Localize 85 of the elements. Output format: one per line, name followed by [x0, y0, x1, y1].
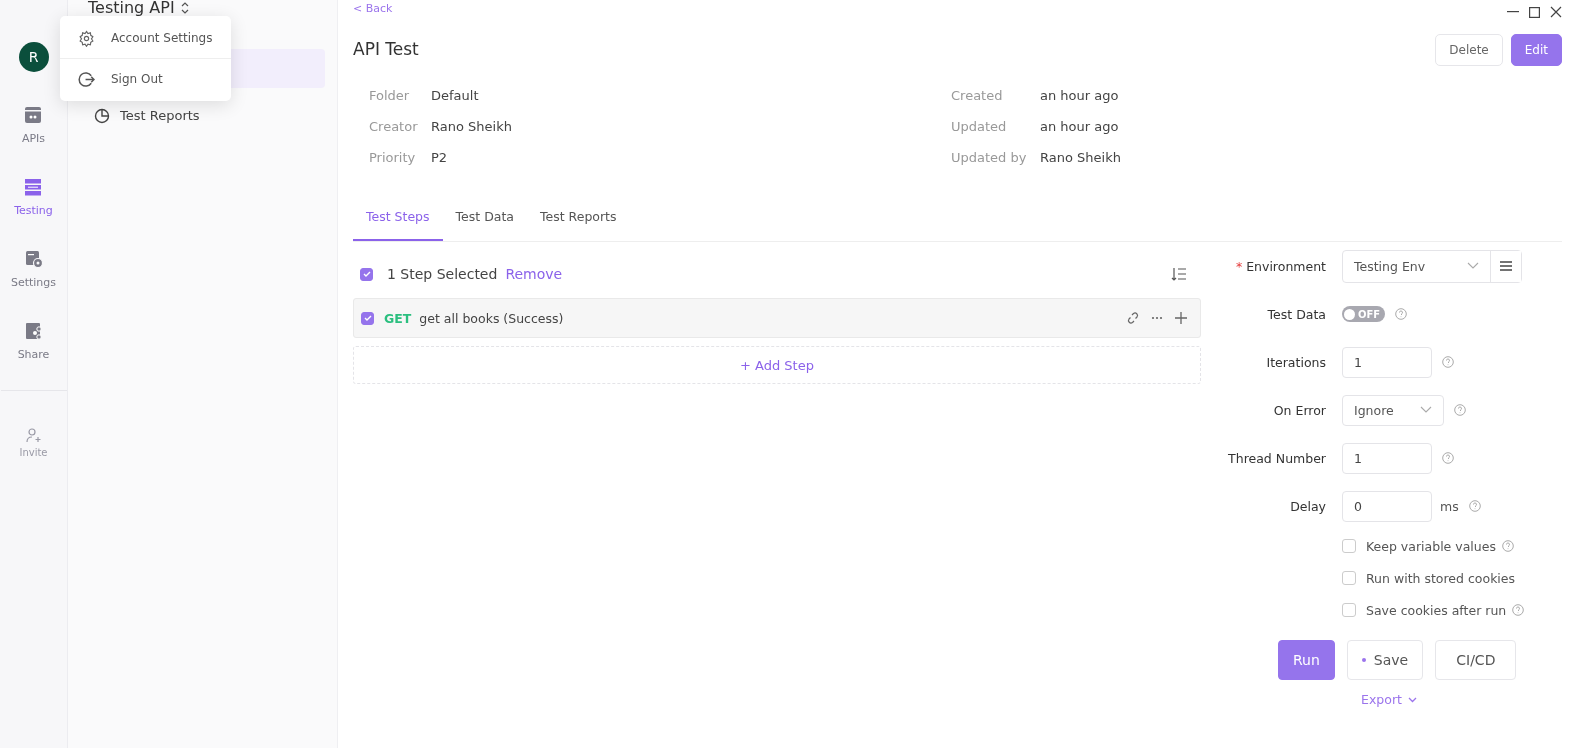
- help-icon[interactable]: [1501, 540, 1514, 552]
- tab[interactable]: Test Steps: [353, 206, 443, 241]
- check-icon: [362, 270, 371, 278]
- on-error-select[interactable]: Ignore: [1342, 394, 1444, 426]
- step-name: get all books (Success): [419, 310, 564, 326]
- step-row[interactable]: GET get all books (Success): [353, 298, 1201, 338]
- gear-icon: [78, 29, 95, 47]
- save-button[interactable]: Save: [1346, 640, 1424, 680]
- add-step-button[interactable]: + Add Step: [353, 346, 1201, 384]
- field-label: Iterations: [1265, 354, 1326, 370]
- delete-button[interactable]: Delete: [1435, 34, 1503, 66]
- field-label: Delay: [1289, 498, 1326, 514]
- tab[interactable]: Test Reports: [527, 206, 630, 241]
- field-label: Updated by: [951, 150, 1028, 165]
- server-gear-icon: [24, 250, 43, 268]
- nav-item[interactable]: APIs: [21, 106, 46, 145]
- tab[interactable]: Test Data: [442, 206, 527, 241]
- field-value: Default: [431, 88, 479, 103]
- field-value: P2: [431, 150, 448, 165]
- plus-icon[interactable]: [1174, 311, 1188, 325]
- help-icon[interactable]: [1442, 452, 1454, 464]
- link-icon[interactable]: [1126, 311, 1140, 325]
- nav-item[interactable]: Share: [17, 322, 50, 361]
- option-label: Run with stored cookies: [1366, 570, 1516, 586]
- nav-item[interactable]: Testing: [14, 178, 53, 217]
- check-icon: [363, 314, 372, 322]
- sidebar-item[interactable]: Test Reports: [88, 96, 325, 135]
- maximize-icon[interactable]: [1529, 6, 1540, 18]
- thread-number-input[interactable]: 1: [1342, 442, 1432, 474]
- back-link[interactable]: < Back: [353, 2, 393, 16]
- help-icon[interactable]: [1454, 404, 1466, 416]
- close-icon[interactable]: [1550, 6, 1562, 18]
- run-button[interactable]: Run: [1278, 640, 1335, 680]
- field-label: Creator: [369, 119, 419, 134]
- field-label: * Environment: [1234, 258, 1326, 274]
- share-icon: [24, 322, 43, 340]
- calendar-icon: [24, 106, 43, 124]
- field-label: Thread Number: [1227, 450, 1326, 466]
- project-switcher[interactable]: Testing API: [88, 0, 325, 17]
- field-value: an hour ago: [1040, 119, 1119, 134]
- nav-item[interactable]: Settings: [10, 250, 57, 289]
- field-label: On Error: [1272, 402, 1326, 418]
- chevron-down-icon: [1420, 406, 1432, 414]
- help-icon[interactable]: [1442, 356, 1454, 368]
- help-icon[interactable]: [1512, 604, 1525, 616]
- field-label: Test Data: [1266, 306, 1326, 322]
- option-label: Keep variable values: [1366, 538, 1496, 554]
- checkbox[interactable]: [360, 267, 373, 281]
- menu-item[interactable]: Sign Out: [60, 58, 231, 99]
- pie-chart-icon: [94, 107, 110, 124]
- chevron-down-icon: [1407, 696, 1417, 703]
- help-icon[interactable]: [1395, 308, 1408, 320]
- sort-caret-icon: [180, 1, 189, 14]
- field-label: Created: [951, 88, 1004, 103]
- minimize-icon[interactable]: [1507, 11, 1519, 13]
- export-dropdown[interactable]: Export: [1361, 692, 1417, 707]
- field-label: Updated: [951, 119, 1008, 134]
- selection-count: 1 Step Selected: [387, 266, 498, 282]
- add-user-icon: [25, 427, 42, 443]
- iterations-input[interactable]: 1: [1342, 346, 1432, 378]
- checkbox[interactable]: [1342, 571, 1356, 585]
- user-avatar[interactable]: R: [18, 42, 49, 72]
- edit-button[interactable]: Edit: [1510, 34, 1562, 66]
- menu-item[interactable]: Account Settings: [60, 18, 231, 58]
- stack-icon: [24, 178, 43, 196]
- field-value: Rano Sheikh: [431, 119, 512, 134]
- delay-input[interactable]: 0: [1342, 490, 1432, 522]
- http-method: GET: [384, 310, 412, 326]
- checkbox[interactable]: [1342, 603, 1356, 617]
- field-label: Priority: [369, 150, 417, 165]
- remove-link[interactable]: Remove: [505, 266, 563, 282]
- field-value: an hour ago: [1040, 88, 1119, 103]
- ci-cd-button[interactable]: CI/CD: [1435, 640, 1517, 680]
- page-title: API Test: [353, 39, 419, 59]
- checkbox[interactable]: [1342, 539, 1356, 553]
- menu-icon: [1500, 261, 1512, 271]
- help-icon[interactable]: [1468, 500, 1481, 512]
- checkbox[interactable]: [361, 311, 374, 325]
- list-order-icon[interactable]: [1171, 266, 1187, 282]
- sign-out-icon: [78, 70, 95, 88]
- field-value: Rano Sheikh: [1040, 150, 1121, 165]
- unit-label: ms: [1440, 498, 1459, 514]
- option-label: Save cookies after run: [1366, 602, 1507, 618]
- field-label: Folder: [369, 88, 411, 103]
- chevron-down-icon: [1467, 262, 1479, 270]
